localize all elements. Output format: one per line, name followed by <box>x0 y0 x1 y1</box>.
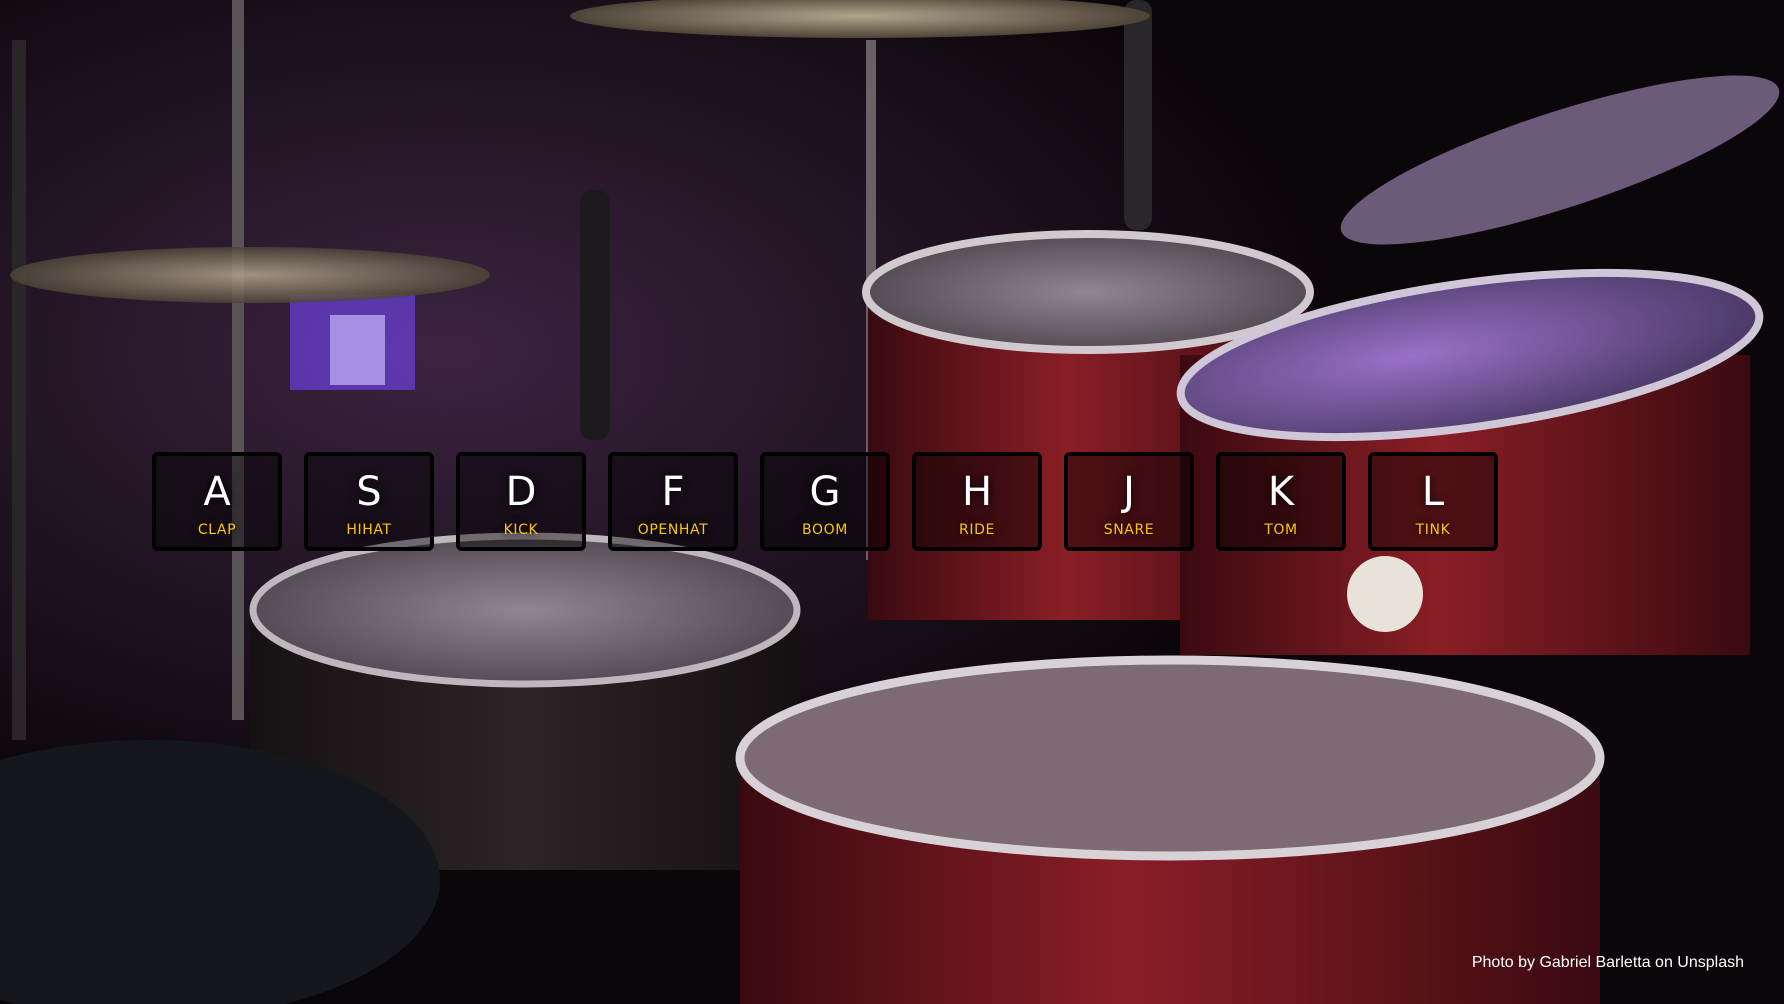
key-sound-label: ride <box>959 521 995 538</box>
key-ride[interactable]: H ride <box>912 452 1042 551</box>
key-sound-label: tink <box>1415 521 1451 538</box>
key-snare[interactable]: J snare <box>1064 452 1194 551</box>
key-sound-label: hihat <box>346 521 392 538</box>
key-sound-label: kick <box>503 521 539 538</box>
key-kick[interactable]: D kick <box>456 452 586 551</box>
key-tom[interactable]: K tom <box>1216 452 1346 551</box>
key-letter: A <box>203 468 231 515</box>
key-letter: K <box>1267 468 1295 515</box>
key-sound-label: snare <box>1103 521 1155 538</box>
drum-keys: A clap S hihat D kick F openhat G boom H… <box>152 452 1498 551</box>
photo-credit: Photo by Gabriel Barletta on Unsplash <box>1471 954 1744 971</box>
key-letter: H <box>961 468 993 515</box>
key-clap[interactable]: A clap <box>152 452 282 551</box>
key-boom[interactable]: G boom <box>760 452 890 551</box>
key-sound-label: openhat <box>637 521 709 538</box>
key-letter: S <box>356 468 382 515</box>
key-openhat[interactable]: F openhat <box>608 452 738 551</box>
key-letter: G <box>809 468 841 515</box>
key-hihat[interactable]: S hihat <box>304 452 434 551</box>
key-letter: D <box>505 468 537 515</box>
key-sound-label: clap <box>197 521 237 538</box>
key-letter: L <box>1421 468 1445 515</box>
key-sound-label: boom <box>802 521 848 538</box>
key-letter: J <box>1123 468 1135 515</box>
key-tink[interactable]: L tink <box>1368 452 1498 551</box>
key-letter: F <box>661 468 685 515</box>
key-sound-label: tom <box>1264 521 1298 538</box>
